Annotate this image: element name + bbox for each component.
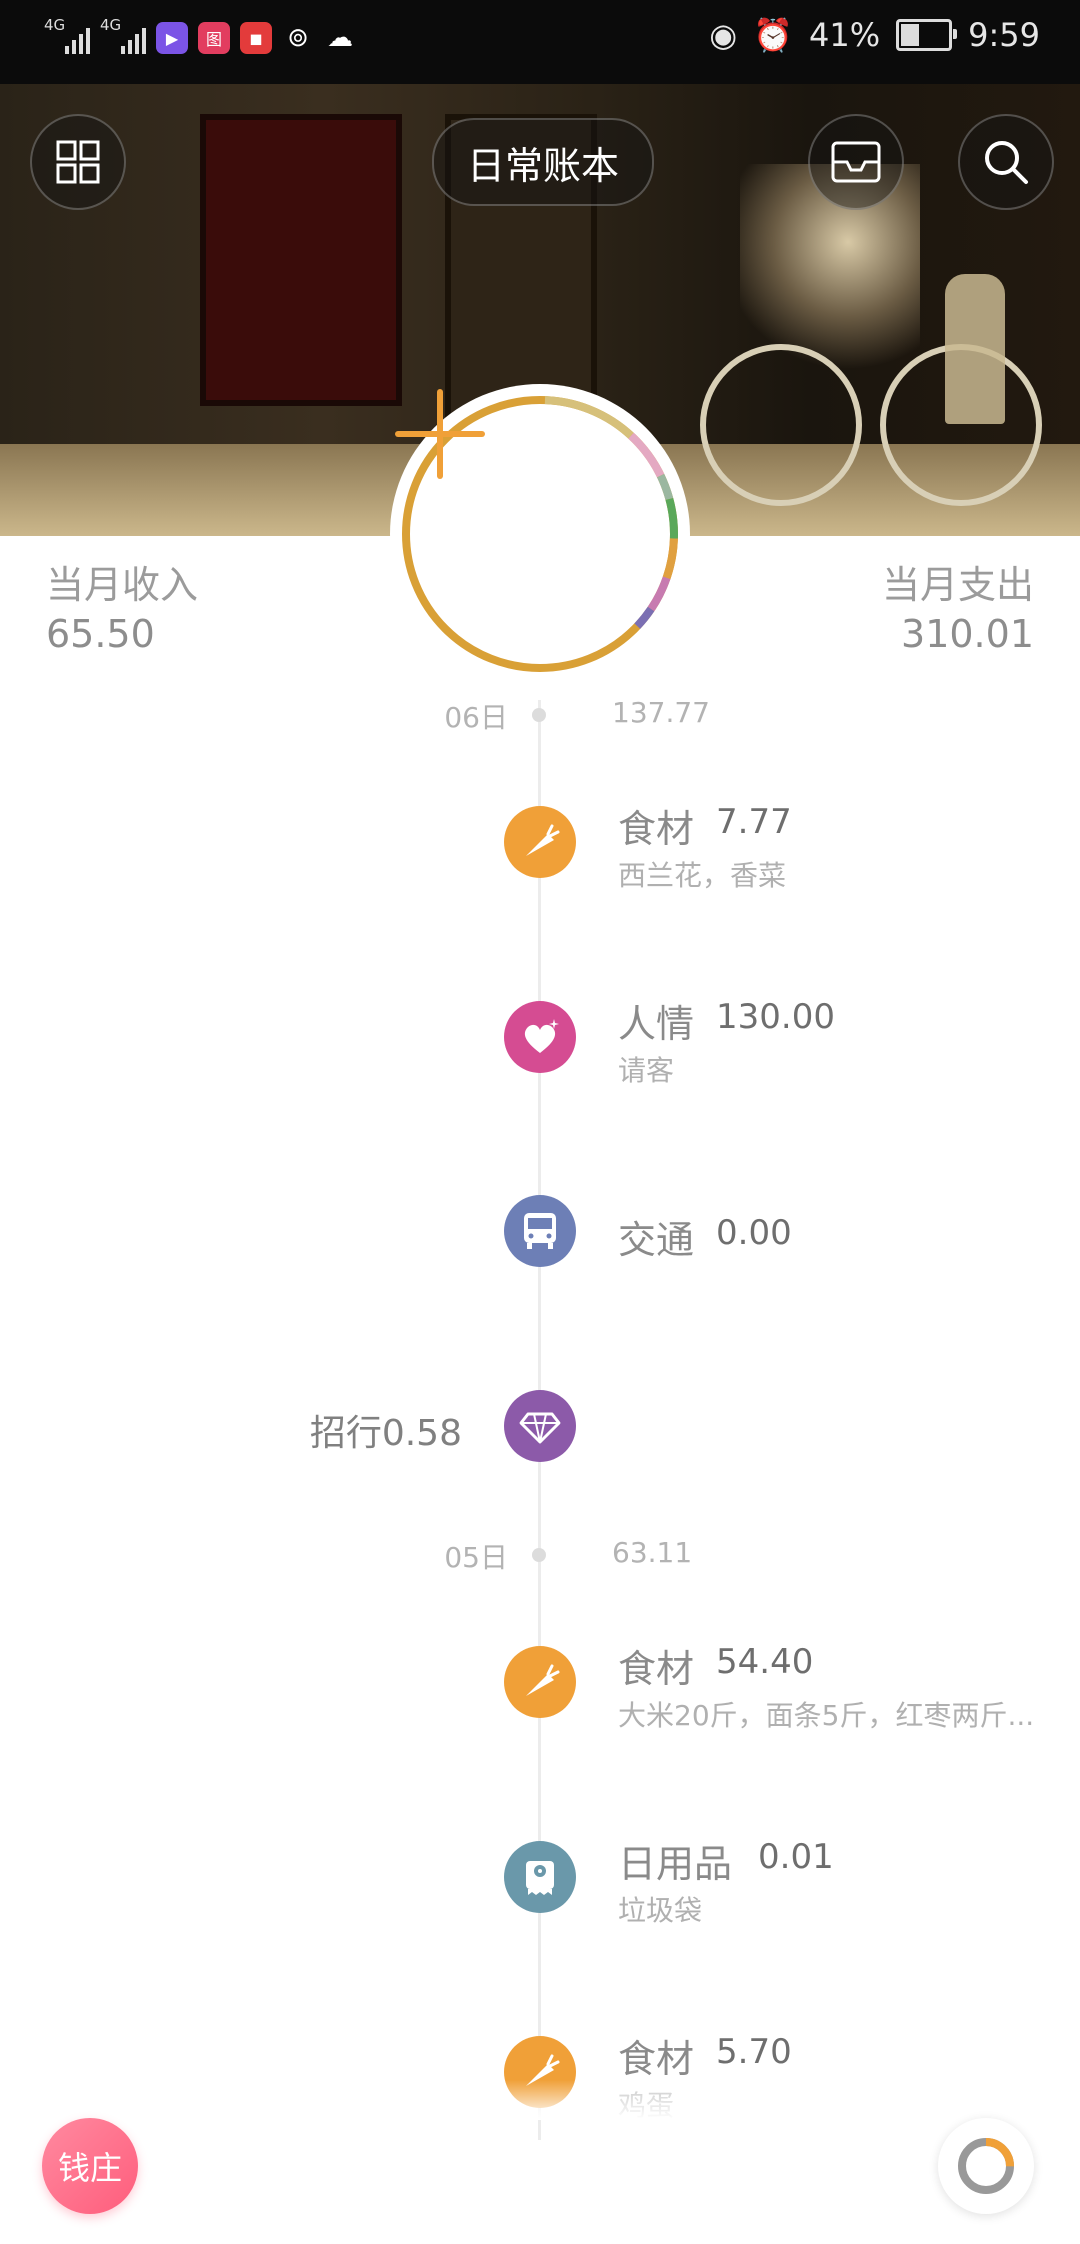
tissue-roll-icon xyxy=(504,1841,576,1913)
record-item[interactable]: 食材 54.40 大米20斤，面条5斤，红枣两斤... xyxy=(0,1642,1080,1736)
banner-photo-hydrant xyxy=(945,274,1005,424)
record-amount: 130.00 xyxy=(716,997,835,1037)
wallet-button-label: 钱庄 xyxy=(57,2149,122,2187)
record-category: 人情 xyxy=(618,1002,695,1046)
date-dot xyxy=(532,1548,546,1562)
add-record-button[interactable] xyxy=(390,384,690,684)
notification-app-icon: 图 xyxy=(198,22,230,54)
message-button[interactable] xyxy=(808,114,904,210)
income-label: 当月收入 xyxy=(46,563,199,607)
income-value: 65.50 xyxy=(46,612,155,656)
wallet-button[interactable]: 钱庄 xyxy=(42,2118,138,2214)
diamond-icon xyxy=(504,1390,576,1462)
status-bar: 4G 4G ▶ 图 ◼ ⊚ ☁ ◉ ⏰ 41% 9:59 xyxy=(0,0,1080,84)
signal-icon: 4G xyxy=(44,16,90,58)
record-item[interactable]: 交通 0.00 xyxy=(0,1195,1080,1285)
signal-label-2: 4G xyxy=(100,16,122,34)
record-item[interactable]: 人情 130.00 请客 xyxy=(0,997,1080,1091)
wechat-icon: ☁ xyxy=(327,23,353,53)
book-selector[interactable]: 日常账本 xyxy=(432,118,654,206)
record-category: 食材 xyxy=(618,807,695,851)
alarm-icon: ⏰ xyxy=(753,16,794,54)
record-amount: 0.00 xyxy=(716,1213,792,1253)
date-dot xyxy=(532,708,546,722)
record-amount: 54.40 xyxy=(716,1642,814,1682)
mail-icon xyxy=(831,141,881,183)
carrot-icon xyxy=(504,806,576,878)
signal-icon-2: 4G xyxy=(100,16,146,58)
record-amount: 0.01 xyxy=(758,1837,834,1877)
income-record-label: 招行0.58 xyxy=(309,1413,462,1454)
eye-icon: ◉ xyxy=(709,16,738,54)
search-icon xyxy=(985,141,1028,184)
expense-label: 当月支出 xyxy=(881,563,1034,607)
clock: 9:59 xyxy=(968,16,1040,54)
status-left: 4G 4G ▶ 图 ◼ ⊚ ☁ xyxy=(44,16,356,58)
stats-button[interactable] xyxy=(938,2118,1034,2214)
banner-photo-wheel xyxy=(700,344,862,506)
record-item-income[interactable]: 招行0.58 xyxy=(0,1390,1080,1480)
app-icon-label: 图 xyxy=(205,30,222,49)
heart-gift-icon xyxy=(504,1001,576,1073)
search-button[interactable] xyxy=(958,114,1054,210)
record-note: 请客 xyxy=(618,1054,675,1087)
date-header: 06日 137.77 xyxy=(0,696,1080,736)
record-item[interactable]: 食材 7.77 西兰花，香菜 xyxy=(0,802,1080,896)
list-fade xyxy=(0,2080,1080,2120)
date-label: 05日 xyxy=(444,1541,508,1574)
status-right: ◉ ⏰ 41% 9:59 xyxy=(709,16,1040,54)
bus-icon xyxy=(504,1195,576,1267)
record-category: 食材 xyxy=(618,1647,695,1691)
record-note: 大米20斤，面条5斤，红枣两斤... xyxy=(618,1699,1035,1732)
grid-menu-button[interactable] xyxy=(30,114,126,210)
video-app-icon: ▶ xyxy=(156,22,188,54)
signal-label: 4G xyxy=(44,16,66,34)
pie-chart-icon xyxy=(958,2138,1014,2194)
shopping-app-icon: ◼ xyxy=(240,22,272,54)
record-category: 食材 xyxy=(618,2037,695,2081)
battery-icon xyxy=(896,19,958,51)
date-header: 05日 63.11 xyxy=(0,1536,1080,1576)
record-note: 垃圾袋 xyxy=(618,1894,703,1927)
grid-icon xyxy=(56,140,100,184)
carrot-icon xyxy=(504,1646,576,1718)
date-total: 137.77 xyxy=(612,696,710,729)
hotspot-icon: ⊚ xyxy=(287,23,309,53)
date-label: 06日 xyxy=(444,701,508,734)
record-category: 日用品 xyxy=(618,1842,733,1886)
record-item[interactable]: 日用品 0.01 垃圾袋 xyxy=(0,1837,1080,1931)
book-name: 日常账本 xyxy=(466,143,619,188)
record-amount: 7.77 xyxy=(716,802,792,842)
record-amount: 5.70 xyxy=(716,2032,792,2072)
date-total: 63.11 xyxy=(612,1536,693,1569)
expense-value: 310.01 xyxy=(901,612,1034,656)
record-category: 交通 xyxy=(618,1218,695,1262)
battery-percent: 41% xyxy=(809,16,881,54)
banner-photo-door xyxy=(200,114,402,406)
plus-icon xyxy=(395,389,485,479)
record-note: 西兰花，香菜 xyxy=(618,859,787,892)
